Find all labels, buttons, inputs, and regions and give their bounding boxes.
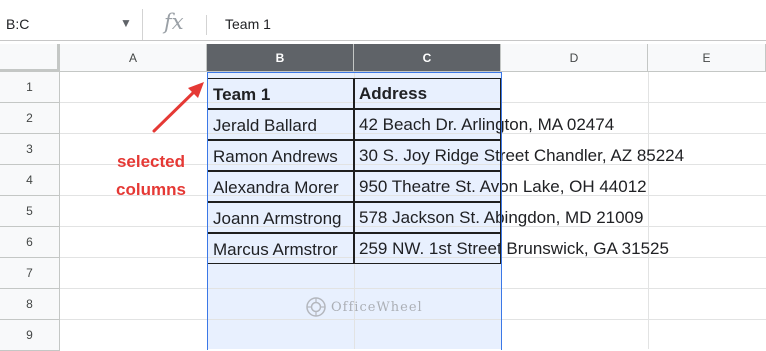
name-box[interactable]: B:C ▼ (0, 9, 143, 40)
grid-line (648, 72, 649, 349)
column-header-b[interactable]: B (207, 44, 354, 72)
row-header-2[interactable]: 2 (0, 103, 60, 134)
row-header-4[interactable]: 4 (0, 165, 60, 196)
formula-bar: B:C ▼ fx Team 1 (0, 9, 766, 41)
row-header-1[interactable]: 1 (0, 72, 60, 103)
chevron-down-icon[interactable]: ▼ (120, 16, 132, 30)
fx-icon: fx (164, 10, 184, 34)
column-header-c[interactable]: C (354, 44, 501, 72)
wheel-logo-icon (306, 297, 326, 317)
row-header-5[interactable]: 5 (0, 196, 60, 227)
annotation-label: selected columns (104, 148, 198, 204)
name-box-value: B:C (6, 16, 30, 32)
annotation-line-2: columns (116, 180, 186, 199)
select-all-corner[interactable] (0, 44, 60, 72)
column-header-e[interactable]: E (648, 44, 766, 72)
row-header-6[interactable]: 6 (0, 227, 60, 258)
red-arrow-icon (152, 82, 204, 133)
row-header-9[interactable]: 9 (0, 320, 60, 351)
watermark: OfficeWheel (305, 296, 423, 318)
row-header-3[interactable]: 3 (0, 134, 60, 165)
row-header-8[interactable]: 8 (0, 289, 60, 320)
annotation-line-1: selected (116, 152, 186, 171)
formula-input[interactable]: Team 1 (225, 16, 271, 32)
column-header-a[interactable]: A (60, 44, 207, 72)
formula-separator (206, 15, 207, 35)
row-header-7[interactable]: 7 (0, 258, 60, 289)
watermark-text: OfficeWheel (331, 299, 423, 315)
column-header-d[interactable]: D (501, 44, 648, 72)
